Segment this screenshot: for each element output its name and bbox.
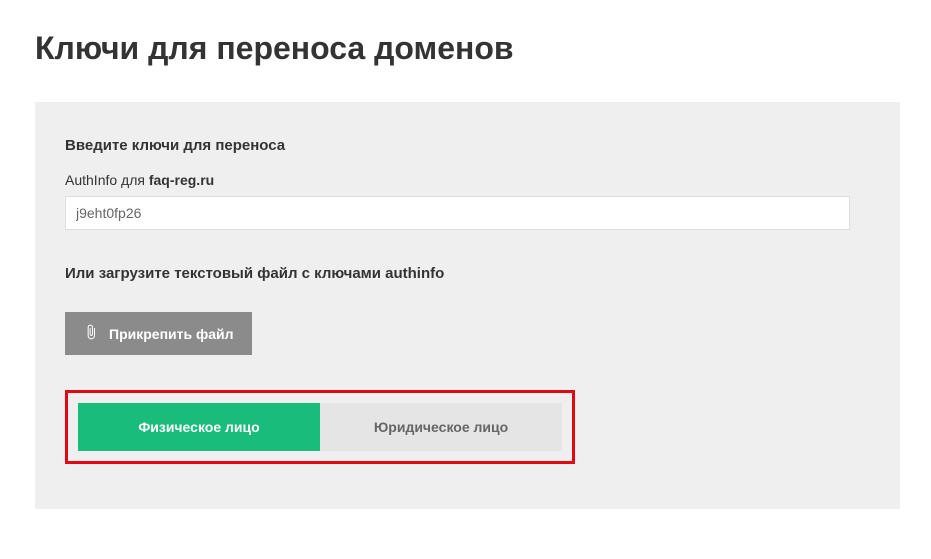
authinfo-input[interactable] xyxy=(65,196,850,230)
tab-legal[interactable]: Юридическое лицо xyxy=(320,403,562,451)
attach-file-button[interactable]: Прикрепить файл xyxy=(65,312,252,355)
upload-keys-title: Или загрузите текстовый файл с ключами a… xyxy=(65,265,870,282)
entity-type-highlight: Физическое лицо Юридическое лицо xyxy=(65,390,575,464)
authinfo-label-prefix: AuthInfo для xyxy=(65,172,149,188)
authinfo-label: AuthInfo для faq-reg.ru xyxy=(65,172,870,188)
paperclip-icon xyxy=(83,324,99,343)
enter-keys-title: Введите ключи для переноса xyxy=(65,137,870,154)
transfer-keys-panel: Введите ключи для переноса AuthInfo для … xyxy=(35,102,900,509)
page-title: Ключи для переноса доменов xyxy=(35,30,896,67)
authinfo-domain: faq-reg.ru xyxy=(149,172,214,188)
entity-type-toggle: Физическое лицо Юридическое лицо xyxy=(78,403,562,451)
attach-file-label: Прикрепить файл xyxy=(109,326,234,342)
tab-individual[interactable]: Физическое лицо xyxy=(78,403,320,451)
page-container: Ключи для переноса доменов Введите ключи… xyxy=(0,0,931,539)
